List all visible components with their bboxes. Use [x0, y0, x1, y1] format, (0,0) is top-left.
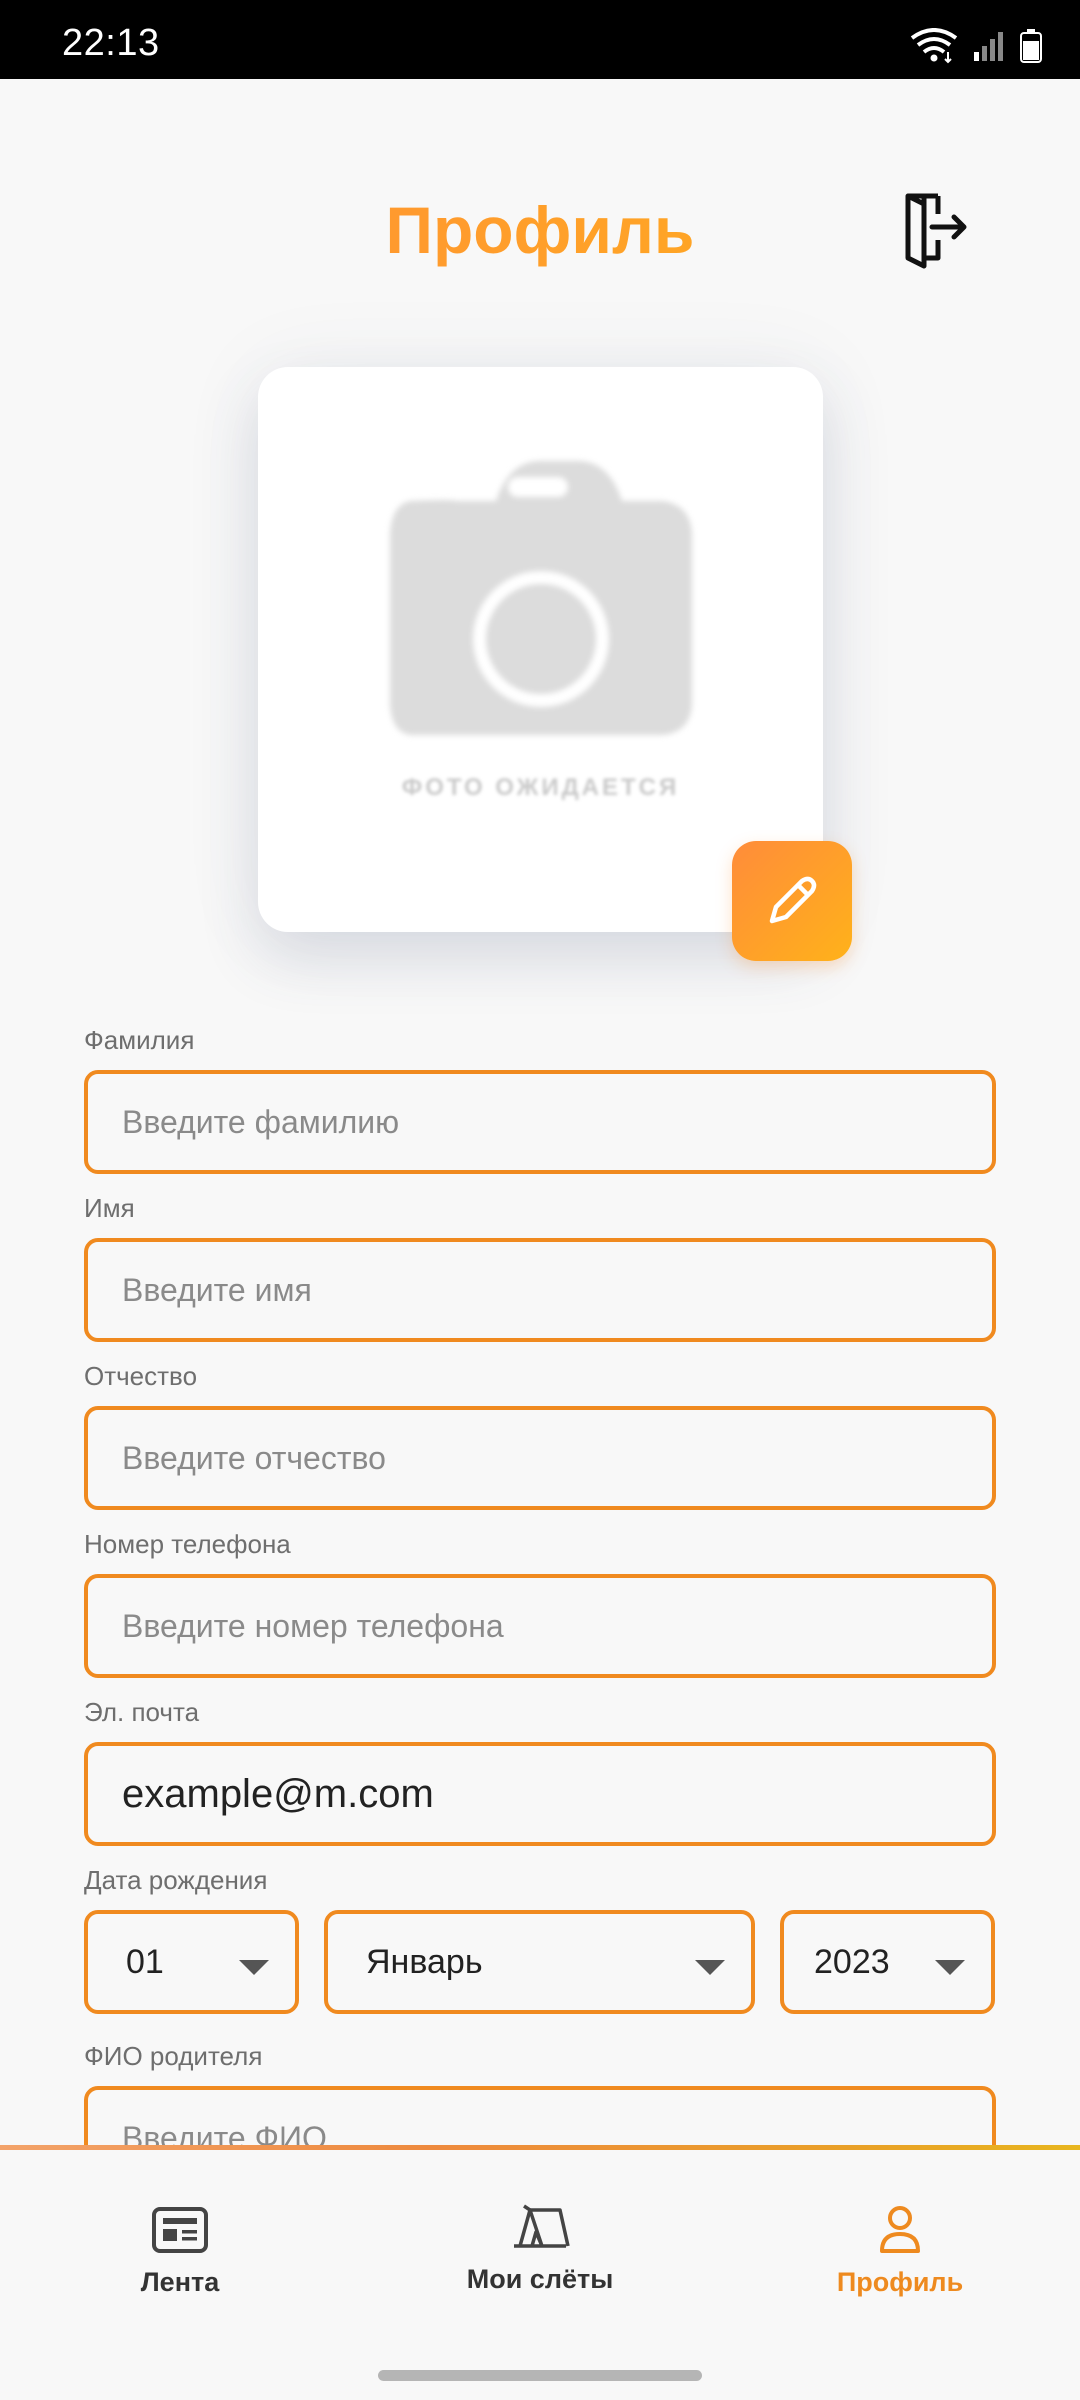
user-icon	[880, 2206, 920, 2253]
phone-input[interactable]	[84, 1574, 996, 1678]
bottom-navigation: Лента Мои слёты Профиль	[0, 2145, 1080, 2400]
nav-item-my-rallies[interactable]: Мои слёты	[390, 2202, 690, 2295]
newspaper-icon	[152, 2207, 208, 2253]
chevron-down-icon	[695, 1960, 725, 1975]
nav-label-my-rallies: Мои слёты	[466, 2264, 614, 2294]
logout-icon	[905, 193, 967, 269]
email-input[interactable]	[84, 1742, 996, 1846]
wifi-icon	[910, 28, 958, 64]
tent-icon	[514, 2204, 570, 2248]
birth-day-select[interactable]: 01	[84, 1910, 299, 2014]
pencil-icon	[769, 876, 817, 924]
birth-year-value: 2023	[814, 1942, 890, 1981]
home-indicator	[378, 2370, 702, 2381]
email-label: Эл. почта	[84, 1697, 200, 1727]
nav-label-feed: Лента	[140, 2267, 220, 2297]
chevron-down-icon	[239, 1960, 269, 1975]
nav-label-profile: Профиль	[836, 2267, 964, 2297]
phone-label: Номер телефона	[84, 1529, 291, 1559]
edit-photo-button[interactable]	[732, 841, 852, 961]
status-bar: 22:13	[0, 0, 1080, 79]
chevron-down-icon	[935, 1960, 965, 1975]
middle-name-label: Отчество	[84, 1361, 198, 1391]
first-name-input[interactable]	[84, 1238, 996, 1342]
first-name-label: Имя	[84, 1193, 135, 1223]
middle-name-input[interactable]	[84, 1406, 996, 1510]
nav-item-profile[interactable]: Профиль	[750, 2205, 1050, 2298]
parent-name-label: ФИО родителя	[84, 2041, 263, 2071]
battery-icon	[1020, 29, 1042, 63]
status-time: 22:13	[62, 22, 160, 64]
birth-day-value: 01	[126, 1942, 164, 1981]
bottom-nav-divider	[0, 2145, 1080, 2150]
last-name-label: Фамилия	[84, 1025, 195, 1055]
birth-month-value: Январь	[366, 1942, 483, 1981]
nav-item-feed[interactable]: Лента	[30, 2205, 330, 2298]
status-icons	[910, 28, 1042, 64]
birth-year-select[interactable]: 2023	[780, 1910, 995, 2014]
photo-placeholder-caption: ФОТО ОЖИДАЕТСЯ	[401, 774, 680, 801]
birth-month-select[interactable]: Январь	[324, 1910, 755, 2014]
logout-button[interactable]	[898, 188, 978, 270]
last-name-input[interactable]	[84, 1070, 996, 1174]
birth-date-label: Дата рождения	[84, 1865, 268, 1895]
signal-icon	[974, 32, 1003, 61]
